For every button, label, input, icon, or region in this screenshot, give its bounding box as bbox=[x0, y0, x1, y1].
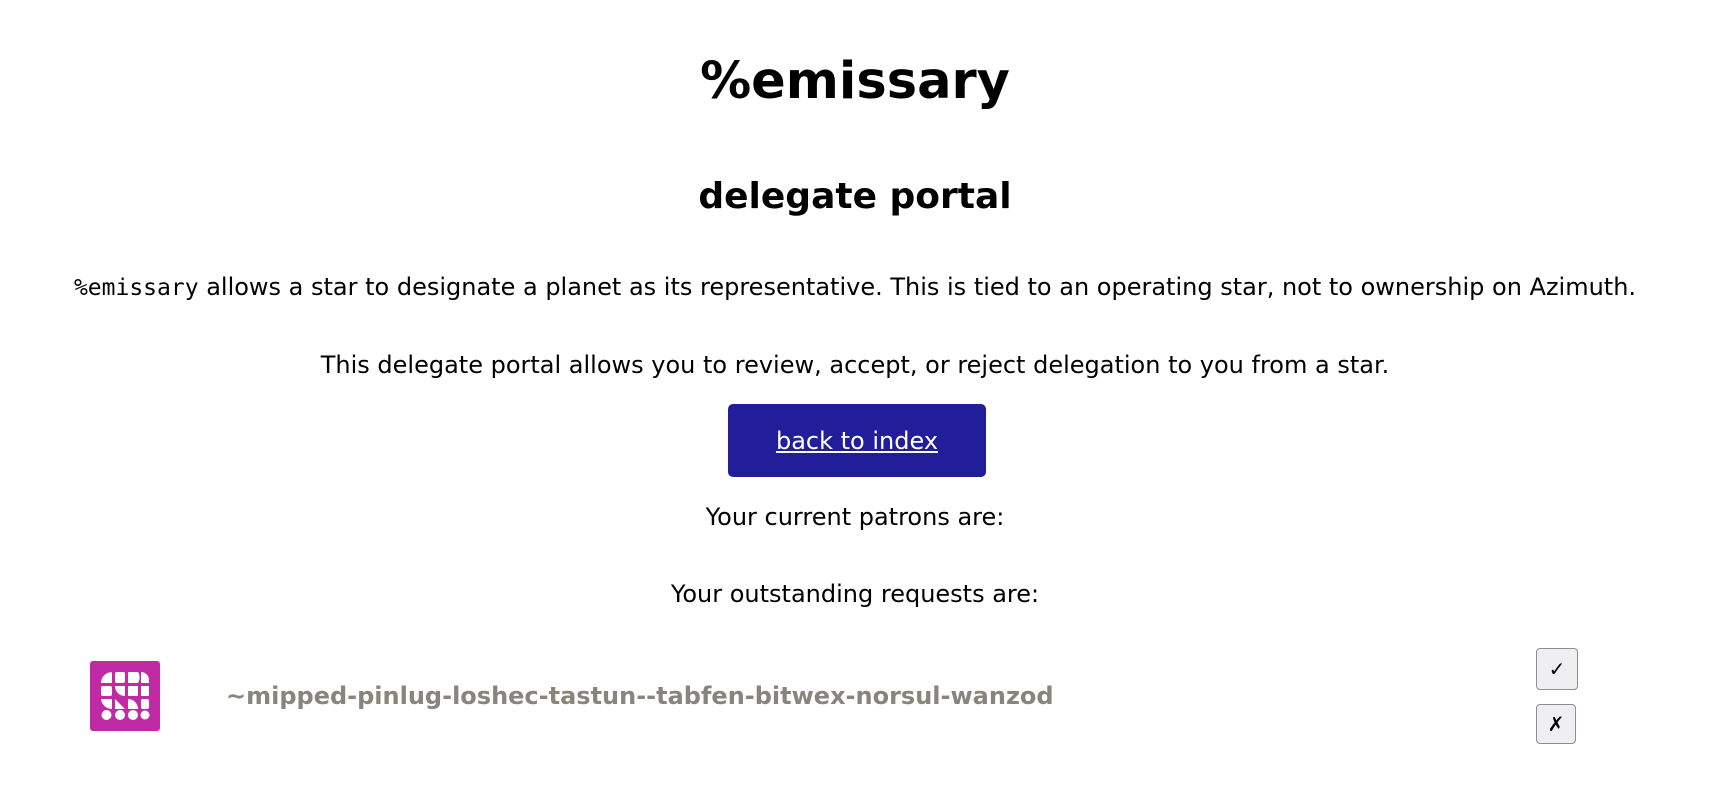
intro-description-text: allows a star to designate a planet as i… bbox=[198, 273, 1637, 301]
back-to-index-link[interactable]: back to index bbox=[776, 427, 938, 455]
patrons-heading: Your current patrons are: bbox=[705, 503, 1005, 531]
back-to-index-button[interactable]: back to index bbox=[728, 404, 986, 477]
app-code-name: %emissary bbox=[73, 275, 199, 301]
ship-sigil-icon bbox=[90, 661, 160, 731]
accept-request-button[interactable]: ✓ bbox=[1536, 648, 1578, 690]
app-title: %emissary bbox=[700, 52, 1010, 111]
portal-description: This delegate portal allows you to revie… bbox=[320, 351, 1390, 379]
page-subtitle: delegate portal bbox=[698, 176, 1012, 217]
intro-description: %emissary allows a star to designate a p… bbox=[0, 272, 1710, 303]
request-row: ~mipped-pinlug-loshec-tastun--tabfen-bit… bbox=[0, 645, 1710, 755]
reject-request-button[interactable]: ✗ bbox=[1536, 704, 1576, 744]
request-ship-name: ~mipped-pinlug-loshec-tastun--tabfen-bit… bbox=[226, 682, 1054, 710]
requests-heading: Your outstanding requests are: bbox=[670, 580, 1040, 608]
